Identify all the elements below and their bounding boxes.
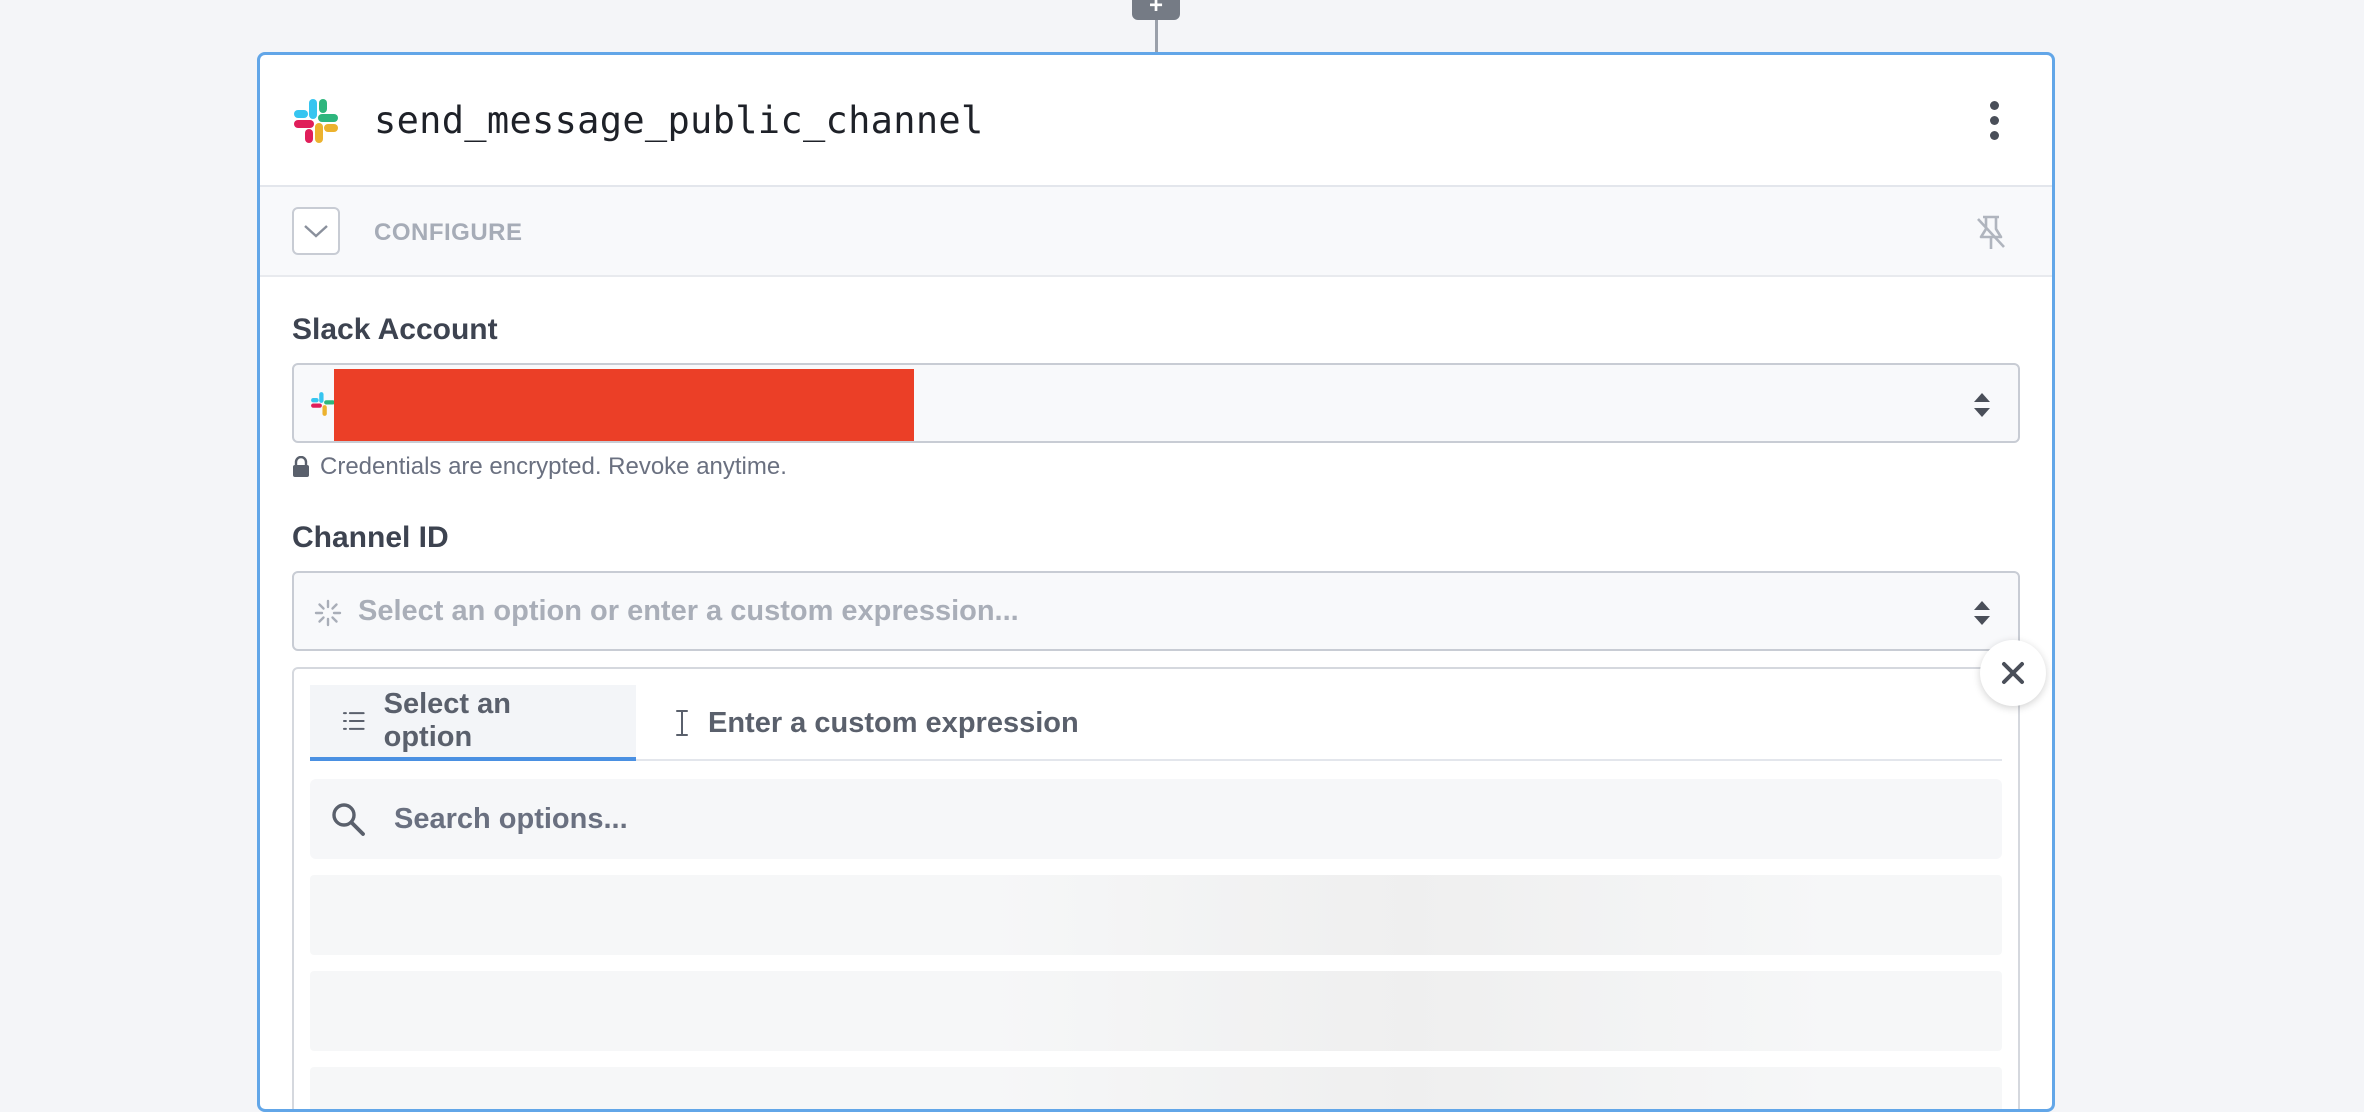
close-dropdown-button[interactable] — [1980, 640, 2046, 706]
step-title[interactable]: send_message_public_channel — [374, 99, 984, 142]
pin-off-icon[interactable] — [1970, 211, 2012, 253]
channel-id-select[interactable]: Select an option or enter a custom expre… — [292, 571, 2020, 651]
collapse-toggle-button[interactable] — [292, 207, 340, 255]
options-search — [310, 779, 2002, 859]
channel-options-dropdown: Select an option Enter a custom expressi… — [292, 667, 2020, 1109]
close-icon — [2002, 662, 2024, 684]
add-step-button[interactable]: + — [1132, 0, 1180, 20]
loading-option-placeholder — [310, 1067, 2002, 1109]
loading-option-placeholder — [310, 875, 2002, 955]
slack-account-label: Slack Account — [292, 313, 498, 346]
credentials-hint-text: Credentials are encrypted. Revoke anytim… — [320, 453, 787, 480]
loading-spinner-icon — [314, 599, 342, 627]
configure-label: CONFIGURE — [374, 219, 523, 246]
slack-icon — [294, 99, 338, 143]
more-vertical-icon[interactable] — [1988, 101, 2000, 143]
credentials-hint: Credentials are encrypted. Revoke anytim… — [292, 453, 787, 481]
lock-icon — [293, 456, 309, 477]
slack-account-select[interactable] — [292, 363, 2020, 443]
tab-select-option-label: Select an option — [383, 688, 511, 753]
tab-custom-expression[interactable]: Enter a custom expression — [642, 685, 1111, 761]
select-arrows-icon — [1974, 601, 1990, 625]
tab-select-option[interactable]: Select an option — [310, 685, 636, 761]
search-options-input[interactable] — [394, 779, 1894, 859]
channel-id-placeholder: Select an option or enter a custom expre… — [358, 595, 1019, 627]
text-cursor-icon — [676, 710, 688, 736]
chevron-down-icon — [304, 225, 328, 238]
step-card: send_message_public_channel CONFIGURE Sl… — [257, 52, 2055, 1112]
channel-id-label: Channel ID — [292, 521, 449, 554]
tab-custom-expression-label: Enter a custom expression — [708, 706, 1079, 739]
list-icon — [342, 712, 365, 730]
redacted-account-name — [334, 369, 914, 441]
step-header: send_message_public_channel — [260, 55, 2052, 187]
select-arrows-icon — [1974, 393, 1990, 417]
configure-bar: CONFIGURE — [260, 187, 2052, 277]
search-icon — [332, 803, 365, 836]
slack-icon — [311, 392, 335, 416]
dropdown-tabs: Select an option Enter a custom expressi… — [310, 685, 2002, 761]
loading-option-placeholder — [310, 971, 2002, 1051]
